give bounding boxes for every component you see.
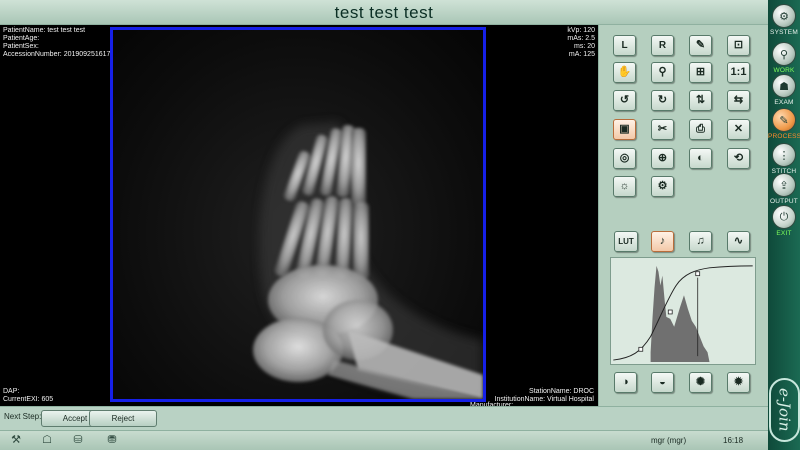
delete-button[interactable]: ✕ (727, 119, 750, 140)
music-note-icon: ♪ (659, 235, 666, 247)
crop-icon: ✂ (657, 123, 668, 135)
process-icon: ✎ (772, 108, 796, 132)
brightness-icon: ☼ (619, 180, 630, 192)
flip-vertical-button[interactable]: ⇅ (689, 90, 712, 111)
music-settings-icon: ♫ (696, 235, 705, 247)
gear-icon: ⚙ (657, 180, 668, 192)
brightness-down-icon: ✺ (695, 376, 706, 388)
image-viewer[interactable]: PatientName: test test test PatientAge: … (0, 25, 598, 409)
exposure-info-overlay: kVp: 120 mAs: 2.5 ms: 20 mA: 125 (567, 27, 595, 59)
nav-output[interactable]: ⇪ OUTPUT (768, 173, 800, 205)
dose-info-overlay: DAP: CurrentEXI: 605 (3, 388, 53, 404)
flip-horizontal-button[interactable]: ⇆ (727, 90, 750, 111)
nav-process[interactable]: ✎ PROCESS (768, 108, 800, 140)
dap-value: DAP: (3, 388, 20, 395)
tool-status-icon[interactable]: ⚒ (8, 434, 24, 447)
foot-xray-illustration (253, 122, 483, 399)
output-icon: ⇪ (772, 173, 796, 197)
one-to-one-icon: 1:1 (730, 66, 747, 78)
histogram-graph (613, 265, 753, 363)
print-button[interactable]: ⎙ (689, 119, 712, 140)
histogram-panel[interactable] (610, 257, 756, 365)
enhance-button[interactable]: ◎ (613, 148, 636, 169)
next-step-label: Next Step: (4, 412, 42, 421)
delete-icon: ✕ (733, 123, 744, 135)
ruler-icon: ⊡ (733, 39, 744, 51)
contrast-up-button[interactable]: ◒ (651, 372, 674, 393)
xray-image[interactable] (110, 27, 486, 402)
mas-value: mAs: 2.5 (567, 35, 595, 42)
rotate-right-button[interactable]: ↻ (651, 90, 674, 111)
contrast-down-button[interactable]: ◑ (614, 372, 637, 393)
brand-logo: e-Join (769, 378, 800, 442)
rotate-left-icon: ↺ (619, 94, 630, 106)
shutter-button[interactable]: ▣ (613, 119, 636, 140)
nav-exit[interactable]: ⏻ EXIT (768, 205, 800, 237)
status-bar: ⚒ ☖ ⛁ ⛃ mgr (mgr) 16:18 (0, 430, 768, 450)
settings-button[interactable]: ⚙ (651, 176, 674, 197)
center-button[interactable]: ⊕ (651, 148, 674, 169)
crop-button[interactable]: ✂ (651, 119, 674, 140)
hand-icon: ✋ (617, 66, 632, 78)
left-marker-button[interactable]: L (613, 35, 636, 56)
annotate-button[interactable]: ✎ (689, 35, 712, 56)
reset-button[interactable]: ⟲ (727, 148, 750, 169)
kvp-value: kVp: 120 (567, 27, 595, 34)
flip-vertical-icon: ⇅ (695, 94, 706, 106)
invert-button[interactable]: ◐ (689, 148, 712, 169)
detector-status-icon[interactable]: ⛃ (104, 434, 120, 447)
center-icon: ⊕ (657, 152, 668, 164)
brightness-up-button[interactable]: ✹ (727, 372, 750, 393)
shutter-icon: ▣ (619, 123, 630, 135)
zoom-button[interactable]: ⚲ (651, 62, 674, 83)
ms-value: ms: 20 (573, 43, 595, 50)
edit-icon: ✎ (695, 39, 706, 51)
curve-icon: ∿ (733, 235, 744, 247)
exam-icon: ☗ (772, 74, 796, 98)
rotate-left-button[interactable]: ↺ (613, 90, 636, 111)
curve-button[interactable]: ∿ (727, 231, 750, 252)
actual-size-button[interactable]: 1:1 (727, 62, 750, 83)
invert-icon: ◐ (697, 152, 704, 164)
nav-system[interactable]: ⚙ SYSTEM (768, 4, 800, 36)
reset-icon: ⟲ (733, 152, 744, 164)
reject-button[interactable]: Reject (89, 410, 157, 427)
fit-button[interactable]: ⊞ (689, 62, 712, 83)
audio-settings-button[interactable]: ♫ (689, 231, 712, 252)
window-title: test test test (0, 0, 768, 25)
brightness-down-button[interactable]: ✺ (689, 372, 712, 393)
next-step-bar: Next Step: Accept Reject (0, 406, 768, 430)
pan-button[interactable]: ✋ (613, 62, 636, 83)
zoom-icon: ⚲ (658, 66, 667, 78)
nav-worklist[interactable]: ⚲ WORK (768, 42, 800, 74)
exit-icon: ⏻ (772, 205, 796, 229)
contrast-up-icon: ◒ (659, 376, 666, 388)
current-exi: CurrentEXI: 605 (3, 396, 54, 403)
system-icon: ⚙ (772, 4, 796, 28)
ma-value: mA: 125 (568, 51, 595, 58)
lut-button[interactable]: LUT (614, 231, 638, 252)
contrast-down-icon: ◑ (622, 376, 629, 388)
music-button[interactable]: ♪ (651, 231, 674, 252)
station-name: StationName: DROC (529, 388, 594, 395)
network-status-icon[interactable]: ☖ (39, 434, 55, 447)
flip-horizontal-icon: ⇆ (733, 94, 744, 106)
nav-stitch[interactable]: ⋮ STITCH (768, 143, 800, 175)
enhance-icon: ◎ (619, 152, 630, 164)
clock: 16:18 (723, 436, 744, 445)
right-marker-button[interactable]: R (651, 35, 674, 56)
current-user: mgr (mgr) (651, 436, 687, 445)
rotate-right-icon: ↻ (657, 94, 668, 106)
measure-button[interactable]: ⊡ (727, 35, 750, 56)
print-icon: ⎙ (696, 123, 705, 135)
brightness-button[interactable]: ☼ (613, 176, 636, 197)
storage-status-icon[interactable]: ⛁ (70, 434, 86, 447)
brightness-up-icon: ✹ (733, 376, 744, 388)
stitch-icon: ⋮ (772, 143, 796, 167)
nav-exam[interactable]: ☗ EXAM (768, 74, 800, 106)
worklist-search-icon: ⚲ (772, 42, 796, 66)
fit-icon: ⊞ (695, 66, 706, 78)
